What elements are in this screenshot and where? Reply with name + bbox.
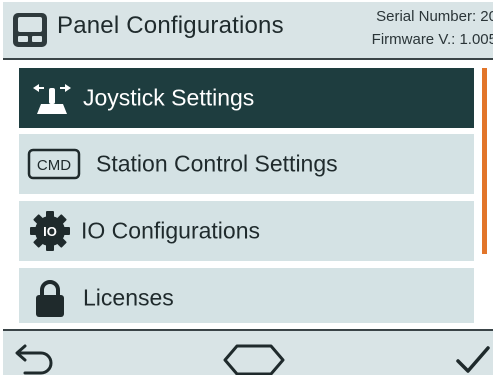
back-arrow-icon[interactable]	[11, 337, 59, 375]
lock-icon	[36, 280, 64, 317]
serial-number: Serial Number: 20	[376, 8, 493, 25]
menu-item-joystick-settings[interactable]: Joystick Settings	[19, 68, 474, 128]
hexagon-home-icon[interactable]	[221, 337, 287, 375]
joystick-icon	[33, 84, 71, 114]
svg-text:CMD: CMD	[37, 157, 71, 174]
menu-item-station-control-settings[interactable]: CMD Station Control Settings	[19, 134, 474, 194]
menu-list: Joystick Settings CMD Station Control Se…	[19, 68, 474, 323]
checkmark-icon[interactable]	[455, 337, 491, 375]
firmware-version: Firmware V.: 1.005	[371, 31, 493, 48]
cmd-icon: CMD	[27, 148, 81, 180]
footer-bar	[3, 329, 493, 375]
menu-item-io-configurations[interactable]: IO IO Configurations	[19, 201, 474, 261]
menu-item-licenses[interactable]: Licenses	[19, 268, 474, 323]
page-title: Panel Configurations	[57, 12, 284, 39]
menu-item-label: Station Control Settings	[96, 150, 338, 177]
header-bar: Panel Configurations Serial Number: 20 F…	[3, 2, 493, 60]
panel-screen: Panel Configurations Serial Number: 20 F…	[3, 2, 493, 375]
menu-item-label: Joystick Settings	[83, 84, 255, 111]
io-gear-icon: IO	[30, 211, 70, 251]
scrollbar[interactable]	[482, 68, 487, 254]
menu-item-label: IO Configurations	[81, 217, 260, 244]
menu-item-label: Licenses	[83, 284, 174, 311]
svg-text:IO: IO	[43, 224, 57, 239]
panel-device-icon	[13, 13, 47, 47]
